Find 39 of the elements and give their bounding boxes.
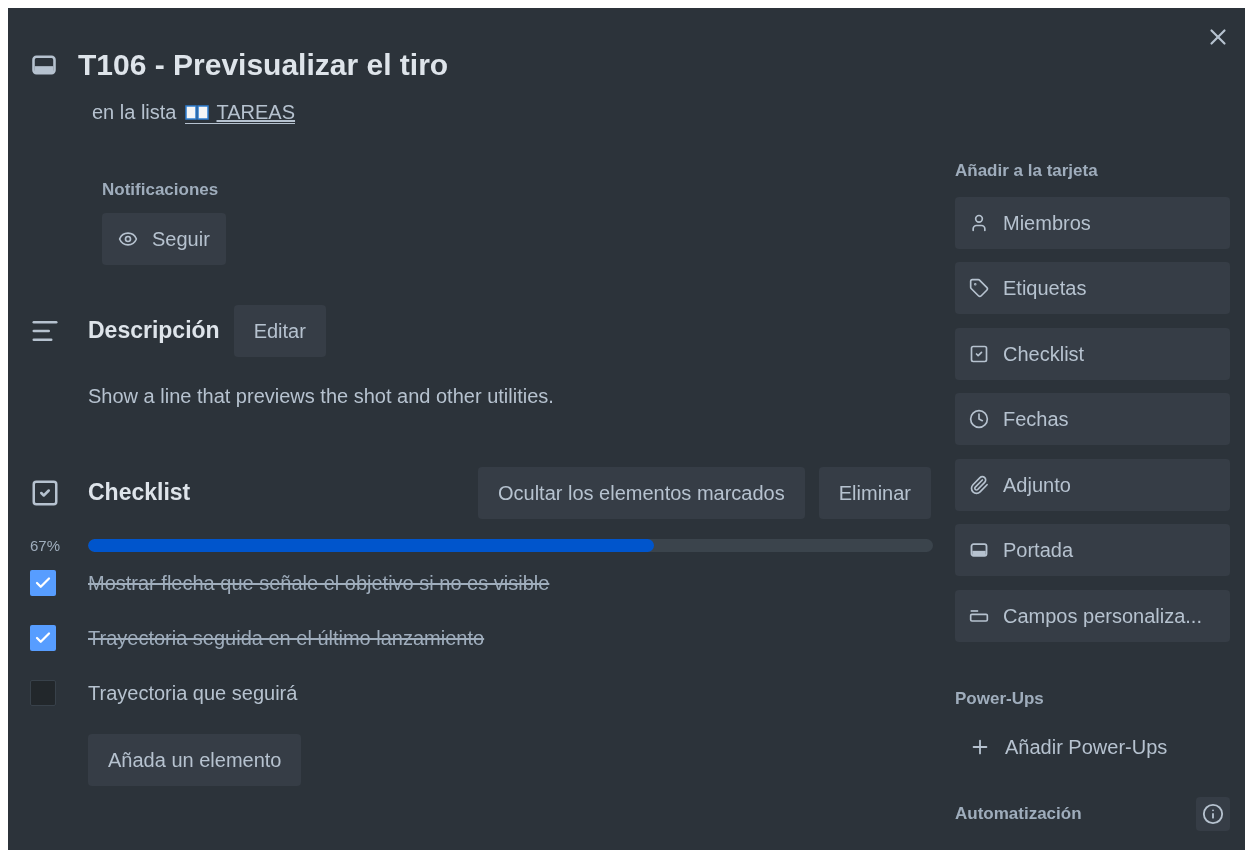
list-label: en la lista: [92, 100, 177, 125]
add-power-ups-button[interactable]: Añadir Power-Ups: [955, 721, 1182, 773]
checklist-heading: Checklist: [88, 478, 191, 508]
add-to-card-button[interactable]: Etiquetas: [955, 262, 1230, 314]
add-to-card-button[interactable]: Portada: [955, 524, 1230, 576]
checkbox[interactable]: [30, 679, 56, 706]
person-icon: [969, 212, 989, 233]
power-ups-heading: Power-Ups: [955, 687, 1045, 710]
add-to-card-heading: Añadir a la tarjeta: [955, 160, 1099, 182]
checklist-item-text: Trayectoria que seguirá: [88, 680, 298, 706]
progress-percent: 67%: [30, 535, 62, 556]
info-icon: [1202, 803, 1224, 825]
checkbox[interactable]: [30, 569, 56, 596]
hide-checked-button[interactable]: Ocultar los elementos marcados: [477, 466, 805, 519]
checklist-item-text: Mostrar flecha que señale el objetivo si no es visible: [88, 570, 550, 596]
info-button[interactable]: [1196, 797, 1230, 831]
checklist-item-text: Trayectoria seguida en el último lanzamiento: [88, 625, 485, 651]
description-heading: Descripción: [88, 316, 220, 346]
book-icon: [184, 103, 209, 120]
follow-button[interactable]: Seguir: [102, 212, 226, 265]
add-to-card-button[interactable]: Fechas: [955, 393, 1230, 445]
list-link[interactable]: TAREAS: [184, 100, 296, 124]
add-to-card-button[interactable]: Campos personaliza...: [955, 589, 1230, 642]
notifications-label: Notificaciones: [102, 179, 220, 201]
checkbox[interactable]: [30, 624, 56, 651]
description-text: Show a line that previews the shot and other utilities.: [88, 383, 555, 409]
checkbox-icon: [969, 343, 989, 364]
tag-icon: [969, 278, 989, 298]
clock-icon: [969, 409, 989, 429]
automation-heading: Automatización: [955, 803, 1082, 826]
cover-icon: [969, 540, 989, 560]
add-to-card-button[interactable]: Adjunto: [955, 458, 1230, 511]
add-to-card-button[interactable]: Checklist: [955, 327, 1230, 380]
paperclip-icon: [969, 474, 989, 495]
add-item-button[interactable]: Añada un elemento: [88, 734, 302, 786]
add-to-card-button[interactable]: Miembros: [955, 196, 1230, 249]
edit-button[interactable]: Editar: [233, 304, 326, 357]
card-title: T106 - Previsualizar el tiro: [78, 47, 449, 83]
delete-button[interactable]: Eliminar: [818, 466, 931, 519]
